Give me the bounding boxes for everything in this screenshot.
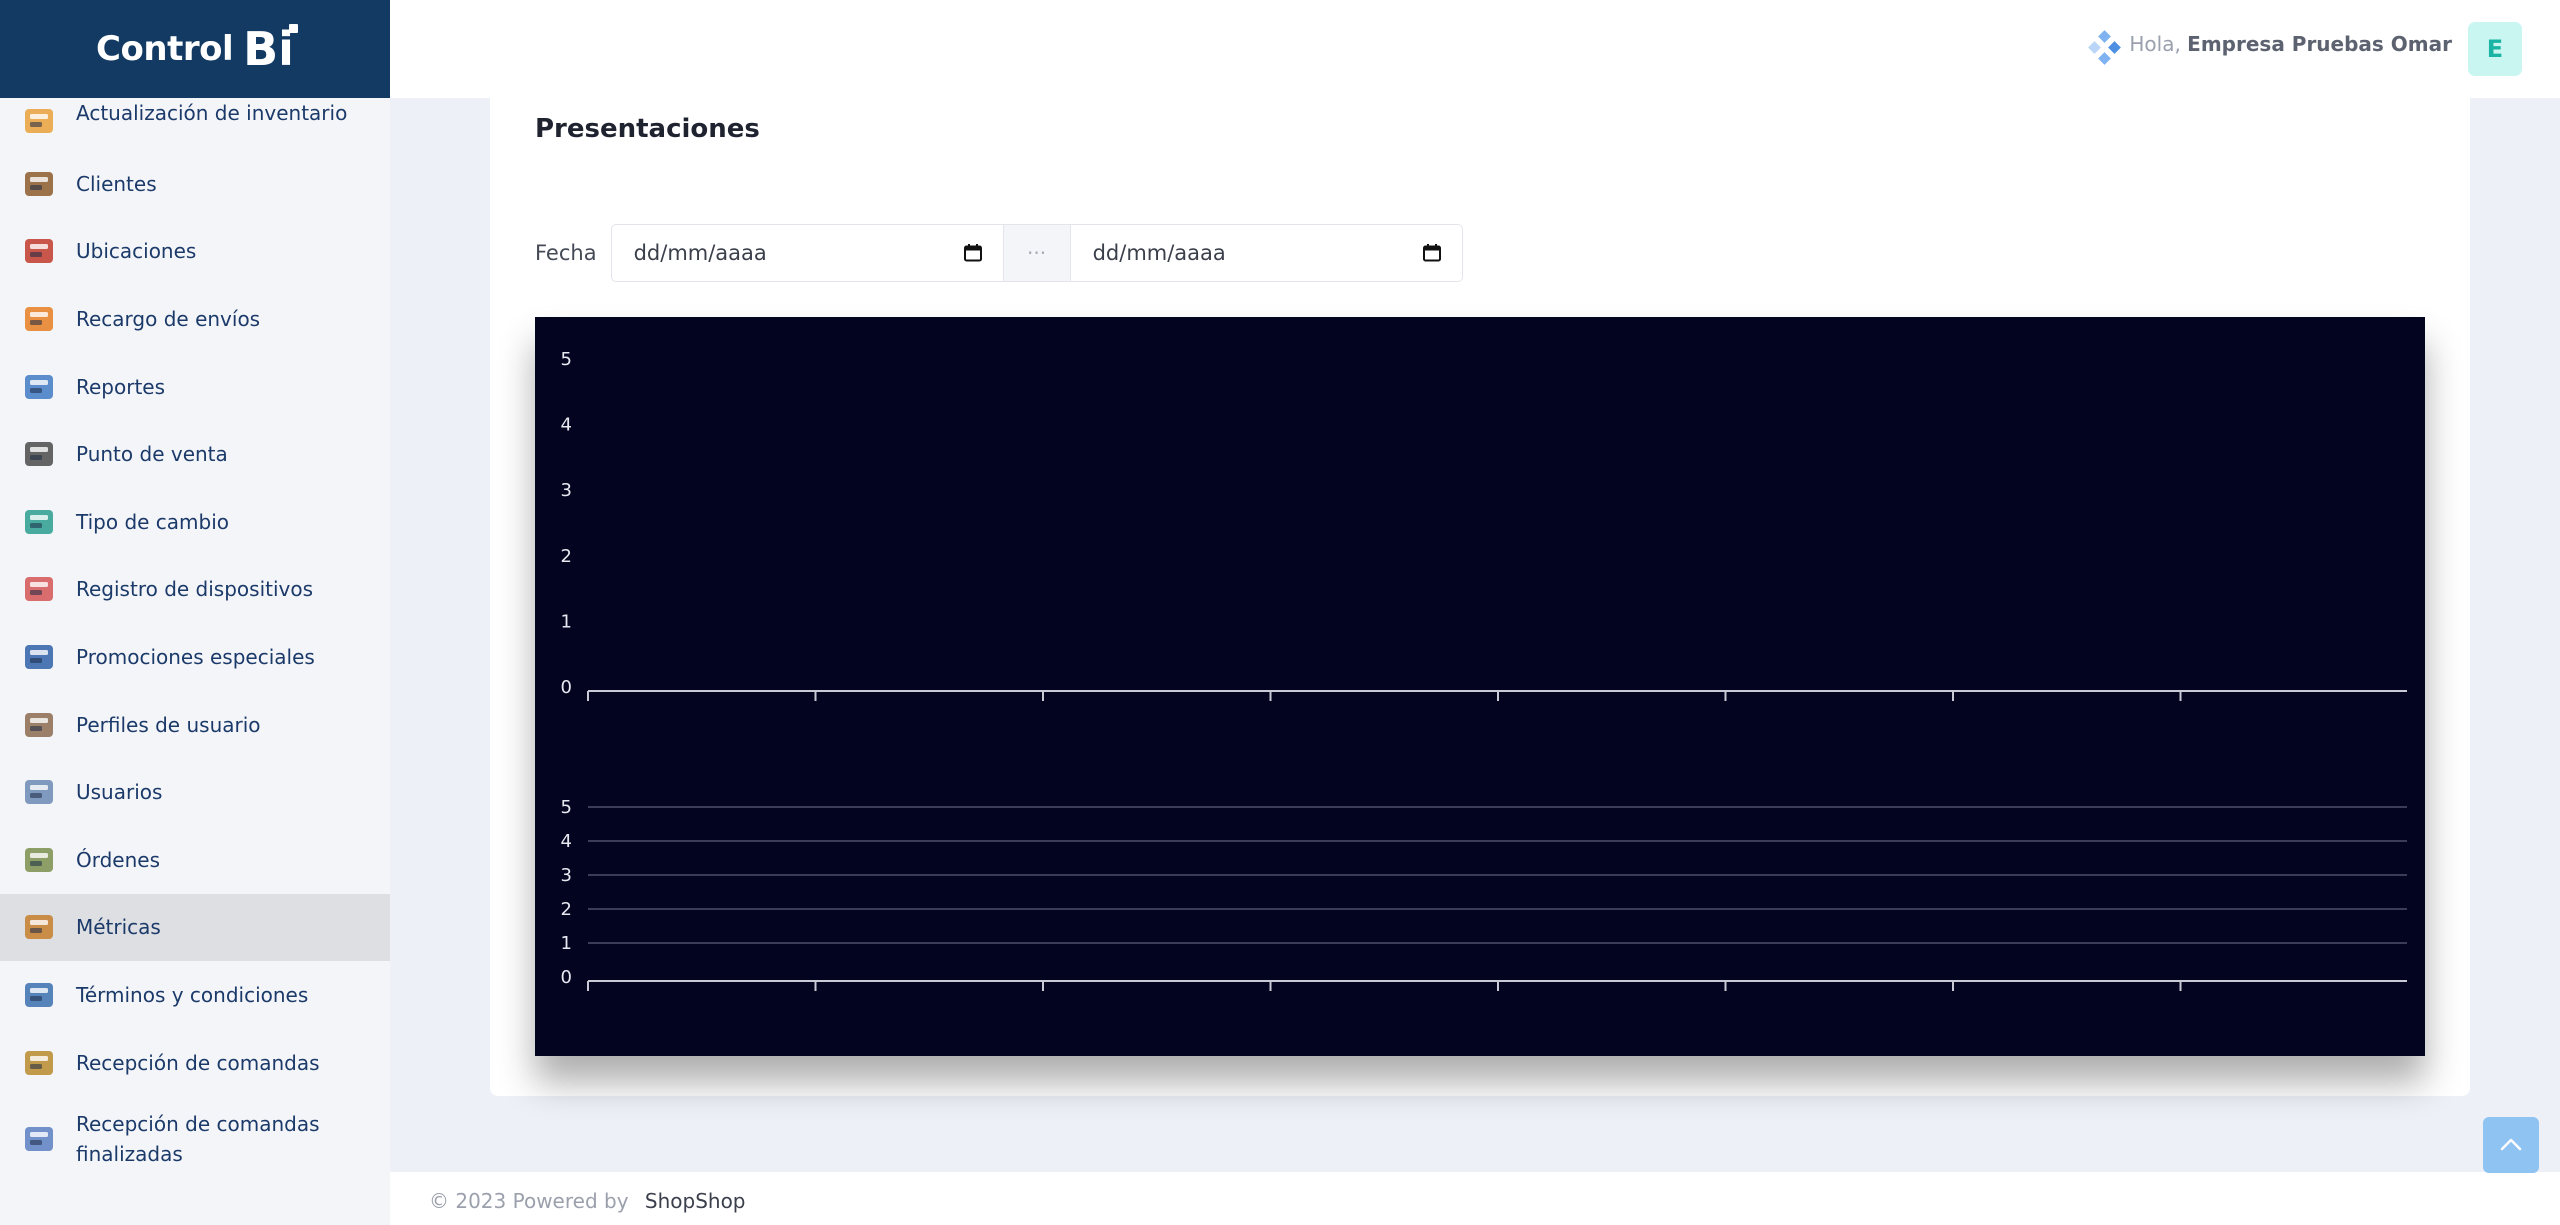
promotions-icon xyxy=(20,638,58,676)
sidebar-item-6[interactable]: Tipo de cambio xyxy=(0,488,390,556)
metrics-card: Presentaciones Fecha dd/mm/aaaa ··· dd/m… xyxy=(490,98,2470,1096)
pos-terminal-icon xyxy=(20,435,58,473)
sidebar-item-label: Métricas xyxy=(76,915,161,940)
chart-1: 0 1 2 3 4 5 xyxy=(561,797,2407,991)
sidebar-item-5[interactable]: Punto de venta xyxy=(0,420,390,488)
y-tick-label: 2 xyxy=(561,899,572,920)
reports-icon xyxy=(20,368,58,406)
date-range-separator: ··· xyxy=(1003,224,1070,282)
sidebar-item-12[interactable]: Métricas xyxy=(0,893,390,962)
sidebar-item-label: Recepción de comandas finalizadas xyxy=(76,1111,320,1166)
y-tick-label: 4 xyxy=(561,831,572,852)
sidebar-item-13[interactable]: Términos y condiciones xyxy=(0,961,390,1029)
date-filter-label: Fecha xyxy=(535,241,597,265)
sidebar-item-label: Ubicaciones xyxy=(76,239,197,264)
sidebar-item-label: Tipo de cambio xyxy=(76,509,230,534)
footer-brand-link[interactable]: ShopShop xyxy=(645,1189,746,1213)
end-date-placeholder: dd/mm/aaaa xyxy=(1092,241,1226,265)
calendar-icon[interactable] xyxy=(1422,243,1442,263)
start-date-placeholder: dd/mm/aaaa xyxy=(633,241,767,265)
sidebar-item-label: Reportes xyxy=(76,374,166,399)
chart-0: 0 1 2 3 4 5 xyxy=(561,349,2407,701)
footer: © 2023 Powered by ShopShop xyxy=(390,1172,2560,1225)
start-date-input[interactable]: dd/mm/aaaa xyxy=(610,224,1004,282)
inventory-icon xyxy=(20,102,58,140)
sidebar-item-0[interactable]: Actualización de inventario xyxy=(0,98,390,150)
users-icon xyxy=(20,773,58,811)
sidebar-item-10[interactable]: Usuarios xyxy=(0,758,390,826)
diamond-apps-icon[interactable] xyxy=(2086,30,2122,66)
sidebar-item-15[interactable]: Recepción de comandas finalizadas xyxy=(0,1096,390,1181)
scroll-top-button[interactable] xyxy=(2483,1117,2539,1173)
delivery-scooter-icon xyxy=(20,300,58,338)
clipboard-icon xyxy=(20,1044,58,1082)
sidebar-item-1[interactable]: Clientes xyxy=(0,150,390,218)
top-header: Hola, Empresa Pruebas Omar E xyxy=(390,0,2560,98)
metrics-charts: 0 1 2 3 4 5 0 1 2 3 4 5 xyxy=(561,349,2407,991)
y-tick-label: 0 xyxy=(561,967,572,988)
y-tick-label: 1 xyxy=(561,933,572,954)
user-profile-icon xyxy=(20,706,58,744)
sidebar-item-11[interactable]: Órdenes xyxy=(0,826,390,894)
brand-logo[interactable]: Control Bi xyxy=(0,0,390,98)
y-tick-label: 4 xyxy=(561,415,572,436)
sidebar-item-label: Clientes xyxy=(76,171,157,196)
terms-icon xyxy=(20,976,58,1014)
sidebar-item-label: Punto de venta xyxy=(76,442,228,467)
sidebar-item-3[interactable]: Recargo de envíos xyxy=(0,285,390,353)
sidebar-item-label: Recepción de comandas xyxy=(76,1050,320,1075)
y-tick-label: 0 xyxy=(561,677,572,698)
brand-name: Control xyxy=(96,29,234,69)
y-tick-label: 5 xyxy=(561,797,572,818)
greeting-prefix: Hola, xyxy=(2129,32,2181,56)
y-tick-label: 1 xyxy=(561,611,572,632)
y-tick-label: 5 xyxy=(561,349,572,370)
orders-icon xyxy=(20,841,58,879)
sidebar-item-14[interactable]: Recepción de comandas xyxy=(0,1029,390,1097)
avatar[interactable]: E xyxy=(2468,22,2522,76)
y-tick-label: 3 xyxy=(561,865,572,886)
sidebar-item-label: Recargo de envíos xyxy=(76,306,261,331)
clients-icon xyxy=(20,165,58,203)
chevron-up-icon xyxy=(2500,1138,2522,1151)
date-filter: Fecha dd/mm/aaaa ··· dd/mm/aaaa xyxy=(535,224,1463,282)
y-tick-label: 3 xyxy=(561,480,572,501)
sidebar-item-label: Órdenes xyxy=(76,847,161,872)
devices-icon xyxy=(20,570,58,608)
metrics-icon xyxy=(20,908,58,946)
brand-mark: Bi xyxy=(243,22,298,76)
exchange-phone-icon xyxy=(20,503,58,541)
sidebar-item-label: Perfiles de usuario xyxy=(76,712,261,737)
location-pin-icon xyxy=(20,232,58,270)
sidebar: Control Bi Actualización de inventario Cl… xyxy=(0,0,390,1225)
copyright: © 2023 Powered by xyxy=(429,1189,629,1213)
page-title: Presentaciones xyxy=(535,114,760,144)
user-name: Empresa Pruebas Omar xyxy=(2187,32,2452,56)
sidebar-item-9[interactable]: Perfiles de usuario xyxy=(0,691,390,759)
sidebar-menu: Actualización de inventario Clientes Ubica… xyxy=(0,98,390,1181)
user-greeting: Hola, Empresa Pruebas Omar xyxy=(2129,32,2452,56)
sidebar-item-label: Actualización de inventario xyxy=(76,101,348,125)
footer-text: © 2023 Powered by ShopShop xyxy=(429,1189,746,1213)
sidebar-item-2[interactable]: Ubicaciones xyxy=(0,218,390,286)
y-tick-label: 2 xyxy=(561,546,572,567)
sidebar-item-label: Usuarios xyxy=(76,780,163,805)
sidebar-item-7[interactable]: Registro de dispositivos xyxy=(0,556,390,624)
sidebar-item-label: Promociones especiales xyxy=(76,644,315,669)
sidebar-item-8[interactable]: Promociones especiales xyxy=(0,623,390,691)
finished-orders-icon xyxy=(20,1120,58,1158)
end-date-input[interactable]: dd/mm/aaaa xyxy=(1069,224,1463,282)
sidebar-item-4[interactable]: Reportes xyxy=(0,353,390,421)
calendar-icon[interactable] xyxy=(963,243,983,263)
sidebar-item-label: Términos y condiciones xyxy=(76,982,309,1007)
chart-panel: 0 1 2 3 4 5 0 1 2 3 4 5 xyxy=(535,317,2425,1056)
sidebar-item-label: Registro de dispositivos xyxy=(76,577,314,602)
